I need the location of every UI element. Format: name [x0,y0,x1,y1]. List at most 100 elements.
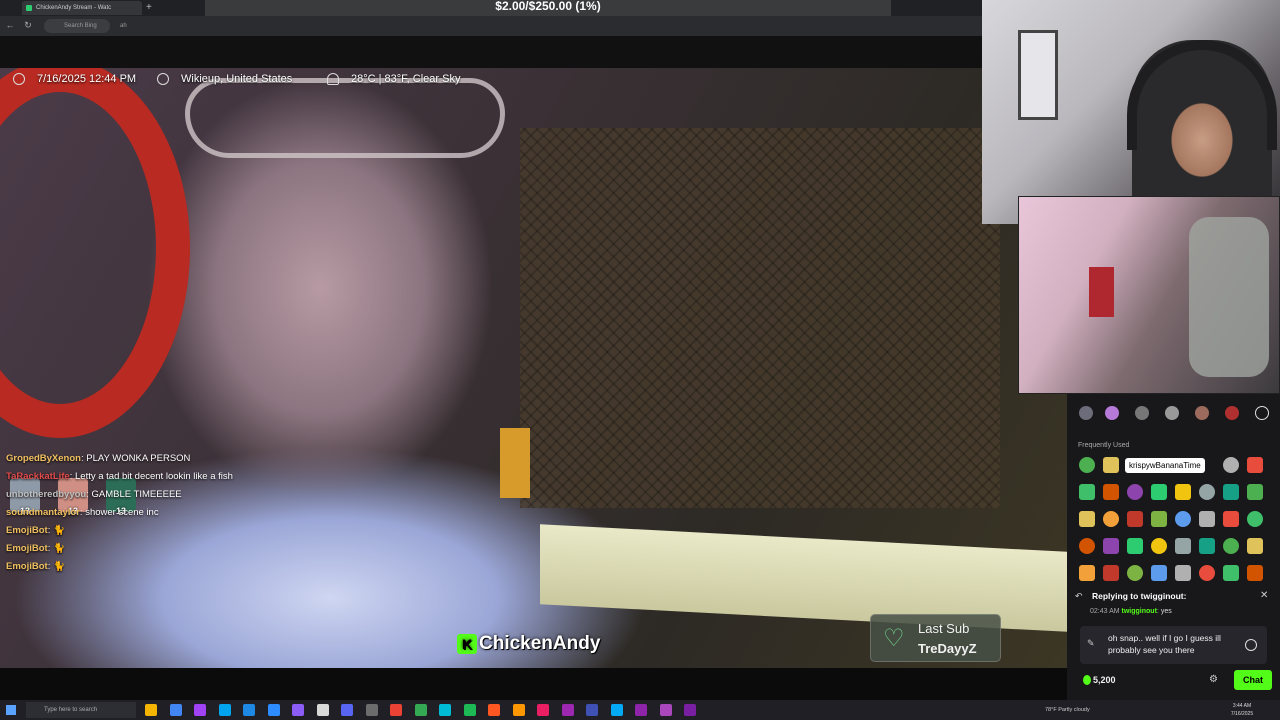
header-band [0,36,982,68]
taskbar-app-icon[interactable] [218,704,231,716]
taskbar-app-icon[interactable] [684,704,696,716]
taskbar-app-icon[interactable] [267,704,280,716]
browser-tab[interactable]: ChickenAndy Stream - Watc [22,1,142,15]
emote[interactable] [1127,538,1143,554]
emote[interactable] [1079,511,1095,527]
taskbar-app-icon[interactable] [561,704,574,716]
emote[interactable] [1223,457,1239,473]
emote[interactable] [1151,484,1167,500]
emote[interactable] [1151,565,1167,581]
taskbar-app-icon[interactable] [316,704,329,716]
emote[interactable] [1079,538,1095,554]
emote[interactable] [1127,511,1143,527]
reply-preview: 02:43 AM twigginout: yes [1090,608,1172,615]
taskbar-app-icon[interactable] [243,704,255,716]
globe-icon[interactable] [1255,406,1269,420]
taskbar-app-icon[interactable] [463,704,476,716]
taskbar-app-icon[interactable] [145,704,157,716]
chat-input-value[interactable]: oh snap.. well if I go I guess ill proba… [1108,632,1248,656]
taskbar-app-icon[interactable] [365,704,378,716]
replying-to-label: Replying to twigginout: [1092,591,1187,601]
taskbar-search[interactable]: Type here to search [26,702,136,718]
emote[interactable] [1223,565,1239,581]
emote-picker-icon[interactable] [1245,639,1257,651]
stream-video[interactable]: 7/16/2025 12:44 PM Wikieup, United State… [0,68,1067,668]
windows-start-icon[interactable] [6,705,16,715]
chat-line: EmojiBot: 🐈 [6,561,65,572]
tab-title: ChickenAndy Stream - Watc [36,5,112,11]
taskbar-app-icon[interactable] [341,704,353,716]
close-icon[interactable]: ✕ [1260,590,1270,602]
taskbar-app-icon[interactable] [635,704,647,716]
back-icon[interactable]: ← [4,19,16,31]
emote[interactable] [1175,565,1191,581]
emote[interactable] [1175,484,1191,500]
emote[interactable] [1199,511,1215,527]
emote[interactable] [1247,565,1263,581]
stream-chat-overlay: GropedByXenon: PLAY WONKA PERSON TaRackk… [6,452,276,578]
taskbar-app-icon[interactable] [586,704,598,716]
emote[interactable] [1247,457,1263,473]
emote[interactable] [1103,511,1119,527]
emote[interactable] [1223,511,1239,527]
reply-user: twigginout [1121,608,1157,615]
emote[interactable] [1079,484,1095,500]
channel-points[interactable]: 5,200 [1083,674,1116,686]
taskbar-app-icon[interactable] [512,704,525,716]
emote-tab[interactable] [1165,406,1179,420]
emote[interactable] [1199,538,1215,554]
taskbar-app-icon[interactable] [414,704,427,716]
taskbar-app-icon[interactable] [439,704,451,716]
lamp-light [500,428,530,498]
emote[interactable] [1175,538,1191,554]
emote[interactable] [1199,484,1215,500]
tray-weather[interactable]: 78°F Partly cloudy [1045,700,1090,720]
emote-tab[interactable] [1079,406,1093,420]
emote[interactable] [1247,511,1263,527]
emote-tab[interactable] [1135,406,1149,420]
taskbar-app-icon[interactable] [610,704,623,716]
pin-icon[interactable]: ✎ [1087,638,1099,650]
chat-line: GropedByXenon: PLAY WONKA PERSON [6,453,191,464]
emote[interactable] [1175,511,1191,527]
emote-tab[interactable] [1225,406,1239,420]
gear-icon[interactable]: ⚙ [1209,674,1221,686]
emote-tab[interactable] [1195,406,1209,420]
taskbar-app-icon[interactable] [537,704,549,716]
emote[interactable] [1223,538,1239,554]
chat-input[interactable]: ✎ oh snap.. well if I go I guess ill pro… [1080,626,1267,664]
refresh-icon[interactable]: ↻ [22,19,34,31]
taskbar-app-icon[interactable] [194,704,206,716]
address-text[interactable]: ah [120,19,127,33]
emote[interactable] [1127,565,1143,581]
emote-tab[interactable] [1105,406,1119,420]
streamer-name: ChickenAndy [479,633,601,654]
emote[interactable] [1103,457,1119,473]
emote[interactable] [1103,538,1119,554]
new-tab-button[interactable]: + [146,0,156,16]
emote[interactable] [1247,484,1263,500]
emote[interactable] [1199,565,1215,581]
emote[interactable] [1079,565,1095,581]
search-input[interactable]: Search Bing [44,19,110,33]
emote[interactable] [1103,565,1119,581]
gaming-chair [1189,217,1269,377]
taskbar-app-icon[interactable] [659,704,672,716]
emote[interactable] [1151,511,1167,527]
tray-clock[interactable]: 3:44 AM 7/16/2025 [1222,702,1262,718]
clock-icon [13,73,25,85]
compass-icon [157,73,169,85]
donation-goal-text: $2.00/$250.00 (1%) [495,0,601,13]
emote[interactable] [1079,457,1095,473]
emote[interactable] [1151,538,1167,554]
taskbar-app-icon[interactable] [169,704,182,716]
taskbar-app-icon[interactable] [390,704,402,716]
emote[interactable] [1127,484,1143,500]
taskbar-app-icon[interactable] [292,704,304,716]
tray-date: 7/16/2025 [1230,711,1254,717]
emote[interactable] [1103,484,1119,500]
emote[interactable] [1223,484,1239,500]
emote[interactable] [1247,538,1263,554]
chat-send-button[interactable]: Chat [1234,670,1272,690]
taskbar-app-icon[interactable] [488,704,500,716]
